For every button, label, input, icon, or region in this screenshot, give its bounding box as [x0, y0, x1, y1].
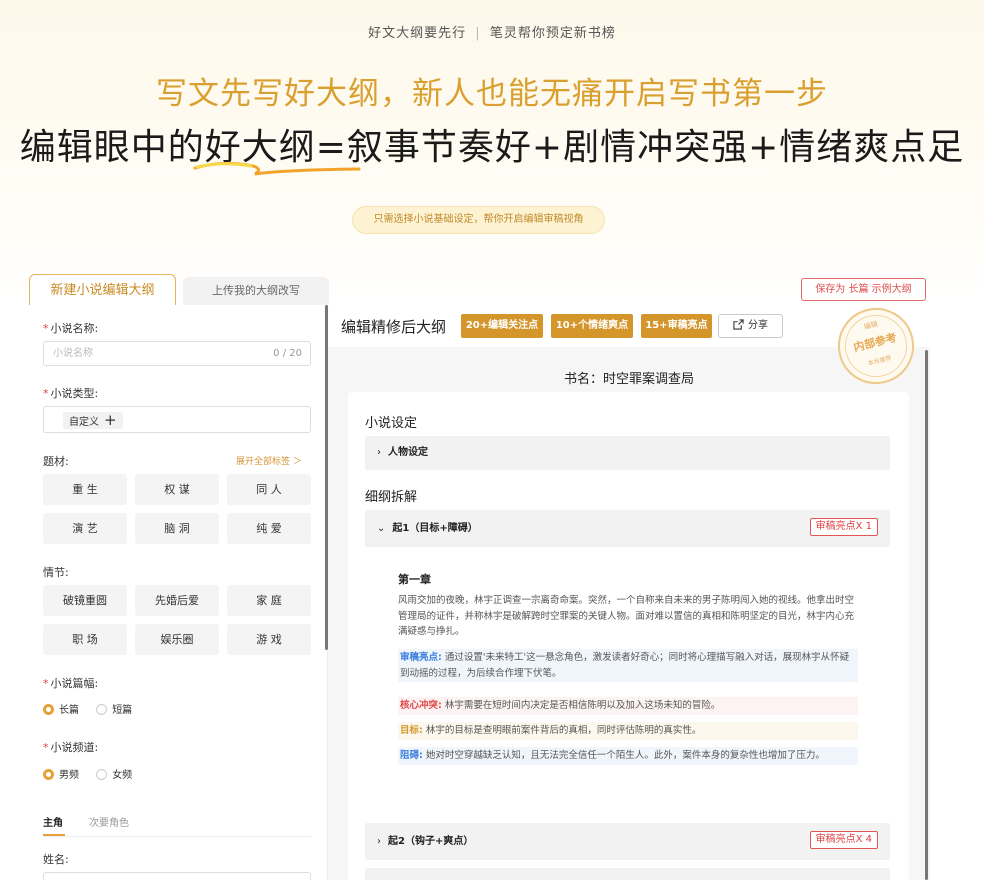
surname-input[interactable]: [43, 872, 311, 880]
section-row-3[interactable]: [365, 868, 890, 880]
chapter-title: 第一章: [398, 573, 431, 586]
radio-checked-icon: [43, 704, 54, 715]
chapter-content: 第一章 风雨交加的夜晚，林宇正调查一宗离奇命案。突然，一个自称来自未来的男子陈明…: [365, 547, 890, 830]
outline-preview-panel: 编辑精修后大纲 20+编辑关注点 10+个情绪爽点 15+审稿亮点 分享 书名：…: [328, 305, 930, 880]
note-core-conflict: 核心冲突: 林宇需要在短时间内决定是否相信陈明以及加入这场未知的冒险。: [398, 697, 858, 715]
share-icon: [733, 319, 744, 330]
novel-type-label: * 小说类型:: [43, 387, 99, 400]
underline-decoration: [193, 161, 361, 176]
tab-new-outline[interactable]: 新建小说编辑大纲: [29, 274, 176, 305]
length-option-short[interactable]: 短篇: [96, 704, 132, 716]
required-mark: *: [43, 322, 49, 335]
tagline-left: 好文大纲要先行: [368, 26, 467, 41]
tab-upload-outline[interactable]: 上传我的大纲改写: [183, 277, 329, 305]
add-icon[interactable]: +: [104, 411, 117, 429]
tab-main-role[interactable]: 主角: [43, 814, 65, 836]
char-count: 0 / 20: [273, 348, 302, 359]
save-example-button[interactable]: 保存为 长篇 示例大纲: [801, 278, 926, 301]
chapter-body: 风雨交加的夜晚，林宇正调查一宗离奇命案。突然，一个自称来自未来的男子陈明闯入她的…: [398, 595, 855, 637]
theme-chip[interactable]: 同 人: [227, 474, 311, 505]
channel-label: * 小说频道:: [43, 741, 99, 754]
note-obstacle: 阻碍: 她对时空穿越缺乏认知，且无法完全信任一个陌生人。此外，案件本身的复杂性也…: [398, 747, 858, 765]
novel-name-input[interactable]: 小说名称 0 / 20: [43, 341, 311, 366]
tab-secondary-role[interactable]: 次要角色: [89, 814, 129, 829]
novel-name-label: * 小说名称:: [43, 322, 99, 335]
outline-document: 小说设定 › 人物设定 细纲拆解 ⌄ 起1（目标+障碍） 审稿亮点X 1 第一章 风…: [348, 392, 909, 880]
outline-section-title: 细纲拆解: [365, 490, 418, 505]
section-row-1[interactable]: ⌄ 起1（目标+障碍） 审稿亮点X 1: [365, 510, 890, 547]
theme-chip[interactable]: 演 艺: [43, 513, 127, 544]
chevron-down-icon: ⌄: [377, 523, 386, 534]
type-tag-custom[interactable]: 自定义 +: [63, 412, 123, 429]
channel-radio-group: 男频 女频: [43, 766, 146, 781]
chevron-right-icon: ›: [377, 836, 381, 847]
hero-title: 编辑眼中的好大纲=叙事节奏好+剧情冲突强+情绪爽点足: [19, 127, 965, 168]
theme-chip[interactable]: 纯 爱: [227, 513, 311, 544]
character-setting-row[interactable]: › 人物设定: [365, 436, 890, 470]
radio-checked-icon: [43, 769, 54, 780]
channel-option-male[interactable]: 男频: [43, 769, 79, 781]
role-tabs: 主角 次要角色: [43, 811, 311, 837]
note-review-highlight: 审稿亮点: 通过设置'未来特工'这一悬念角色，激发读者好奇心；同时将心理描写融入…: [398, 649, 858, 682]
badge-focus-points: 20+编辑关注点: [461, 314, 543, 338]
plot-chip[interactable]: 家 庭: [227, 585, 311, 616]
length-label: * 小说篇幅:: [43, 677, 99, 690]
novel-type-field[interactable]: 自定义 +: [43, 406, 311, 433]
setting-section-title: 小说设定: [365, 416, 418, 431]
surname-label: 姓名:: [43, 853, 69, 866]
share-button[interactable]: 分享: [718, 314, 783, 338]
note-goal: 目标: 林宇的目标是查明眼前案件背后的真相，同时评估陈明的真实性。: [398, 722, 858, 740]
radio-unchecked-icon: [96, 704, 108, 715]
theme-chip[interactable]: 权 谋: [135, 474, 219, 505]
required-mark: *: [43, 741, 49, 754]
right-scrollbar[interactable]: [925, 350, 928, 880]
hero-pill: 只需选择小说基础设定，帮你开启编辑审稿视角: [352, 206, 605, 234]
required-mark: *: [43, 387, 49, 400]
plot-chip[interactable]: 游 戏: [227, 624, 311, 655]
outline-form-panel: * 小说名称: 小说名称 0 / 20 * 小说类型: 自定义 + 题材: 展开全部标…: [29, 305, 328, 880]
badge-emotion-points: 10+个情绪爽点: [551, 314, 633, 338]
required-mark: *: [43, 677, 49, 690]
channel-option-female[interactable]: 女频: [96, 769, 132, 781]
expand-all-tags-link[interactable]: 展开全部标签 ＞: [236, 454, 302, 467]
preview-title: 编辑精修后大纲: [341, 318, 447, 336]
novel-name-placeholder: 小说名称: [53, 348, 93, 359]
radio-unchecked-icon: [96, 769, 108, 780]
length-radio-group: 长篇 短篇: [43, 701, 146, 716]
plot-chip[interactable]: 职 场: [43, 624, 127, 655]
theme-label: 题材:: [43, 455, 69, 468]
plot-label: 情节:: [43, 566, 69, 579]
chevron-right-icon: ›: [377, 447, 381, 458]
tagline-right: 笔灵帮你预定新书榜: [489, 26, 616, 41]
book-name: 书名：时空罪案调查局: [563, 372, 694, 387]
tagline-separator: |: [475, 26, 481, 41]
hero-subtitle: 写文先写好大纲，新人也能无痛开启写书第一步: [156, 76, 828, 112]
theme-chip[interactable]: 重 生: [43, 474, 127, 505]
plot-chip[interactable]: 先婚后爱: [135, 585, 219, 616]
highlight-count-tag: 审稿亮点X 1: [809, 518, 878, 536]
section-row-2[interactable]: › 起2（钩子+爽点） 审稿亮点X 4: [365, 823, 890, 860]
hero-tagline: 好文大纲要先行 | 笔灵帮你预定新书榜: [0, 22, 984, 41]
plot-chip[interactable]: 娱乐圈: [135, 624, 219, 655]
length-option-long[interactable]: 长篇: [43, 704, 79, 716]
theme-chip[interactable]: 脑 洞: [135, 513, 219, 544]
plot-chip[interactable]: 破镜重圆: [43, 585, 127, 616]
highlight-count-tag: 审稿亮点X 4: [809, 831, 878, 849]
badge-review-highlights: 15+审稿亮点: [641, 314, 712, 338]
